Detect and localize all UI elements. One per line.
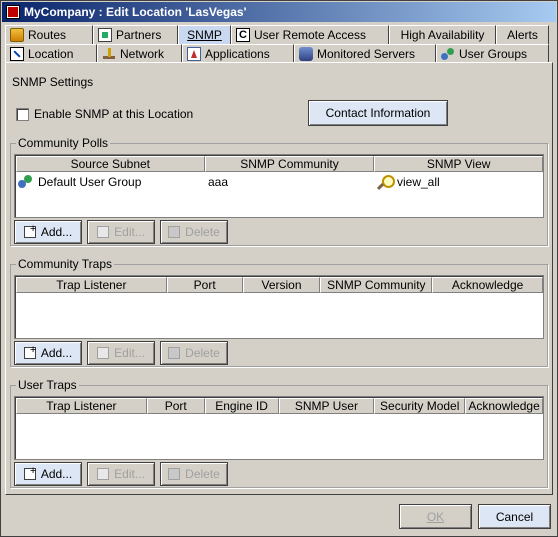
community-traps-delete-button[interactable]: Delete — [160, 341, 228, 365]
column-port[interactable]: Port — [166, 277, 243, 293]
network-icon — [102, 47, 116, 61]
column-source-subnet[interactable]: Source Subnet — [16, 156, 205, 172]
community-polls-header: Source Subnet SNMP Community SNMP View — [16, 156, 543, 172]
community-polls-title: Community Polls — [16, 136, 111, 150]
column-snmp-community[interactable]: SNMP Community — [320, 277, 433, 293]
tab-applications[interactable]: Applications — [182, 44, 294, 63]
user-group-icon — [18, 175, 34, 189]
delete-icon — [168, 226, 181, 238]
snmp-settings-heading: SNMP Settings — [12, 75, 94, 89]
community-polls-delete-button[interactable]: Delete — [160, 220, 228, 244]
snmp-community-value: aaa — [208, 175, 229, 189]
app-icon — [6, 5, 20, 19]
community-polls-add-button[interactable]: Add... — [14, 220, 82, 244]
cancel-button[interactable]: Cancel — [478, 504, 551, 529]
column-trap-listener[interactable]: Trap Listener — [16, 398, 147, 414]
community-traps-table[interactable]: Trap Listener Port Version SNMP Communit… — [14, 275, 544, 339]
tab-monitored-servers[interactable]: Monitored Servers — [294, 44, 436, 63]
tab-alerts[interactable]: Alerts — [496, 25, 549, 44]
column-security-model[interactable]: Security Model — [374, 398, 466, 414]
snmp-view-value: view_all — [397, 175, 440, 189]
applications-icon — [187, 47, 201, 61]
column-engine-id[interactable]: Engine ID — [204, 398, 279, 414]
routes-icon — [10, 28, 24, 42]
column-port[interactable]: Port — [146, 398, 205, 414]
table-row[interactable]: Default User Group aaa view_all — [16, 173, 543, 191]
tab-location[interactable]: Location — [5, 44, 97, 63]
source-subnet-value: Default User Group — [38, 175, 142, 189]
tab-high-availability[interactable]: High Availability — [389, 25, 496, 44]
tab-routes[interactable]: Routes — [5, 25, 93, 44]
edit-location-window: MyCompany : Edit Location 'LasVegas' Rou… — [0, 0, 558, 537]
edit-icon — [97, 468, 110, 480]
tab-user-groups[interactable]: User Groups — [436, 44, 549, 63]
add-icon — [23, 344, 36, 359]
location-icon — [10, 47, 24, 61]
user-traps-edit-button[interactable]: Edit... — [87, 462, 155, 486]
tab-snmp[interactable]: SNMP — [178, 25, 231, 44]
user-traps-add-button[interactable]: Add... — [14, 462, 82, 486]
column-version[interactable]: Version — [242, 277, 321, 293]
user-traps-title: User Traps — [16, 378, 79, 392]
column-acknowledge[interactable]: Acknowledge — [465, 398, 543, 414]
community-traps-edit-button[interactable]: Edit... — [87, 341, 155, 365]
column-snmp-community[interactable]: SNMP Community — [204, 156, 375, 172]
contact-information-button[interactable]: Contact Information — [308, 100, 448, 126]
edit-icon — [97, 347, 110, 359]
community-traps-title: Community Traps — [16, 257, 115, 271]
tab-network[interactable]: Network — [97, 44, 182, 63]
column-snmp-user[interactable]: SNMP User — [278, 398, 375, 414]
partners-icon — [98, 28, 112, 42]
user-traps-table[interactable]: Trap Listener Port Engine ID SNMP User S… — [14, 396, 544, 460]
column-snmp-view[interactable]: SNMP View — [374, 156, 543, 172]
edit-icon — [97, 226, 110, 238]
monitored-servers-icon — [299, 47, 313, 61]
title-bar[interactable]: MyCompany : Edit Location 'LasVegas' — [2, 2, 556, 22]
enable-snmp-checkbox[interactable] — [16, 108, 29, 121]
community-traps-add-button[interactable]: Add... — [14, 341, 82, 365]
add-icon — [23, 465, 36, 480]
tab-partners[interactable]: Partners — [93, 25, 178, 44]
community-polls-table[interactable]: Source Subnet SNMP Community SNMP View D… — [14, 154, 544, 218]
snmp-view-icon — [377, 175, 395, 189]
add-icon — [23, 223, 36, 238]
ok-button[interactable]: OK — [399, 504, 472, 529]
enable-snmp-label: Enable SNMP at this Location — [34, 107, 194, 121]
column-trap-listener[interactable]: Trap Listener — [16, 277, 167, 293]
user-traps-header: Trap Listener Port Engine ID SNMP User S… — [16, 398, 543, 414]
column-acknowledge[interactable]: Acknowledge — [432, 277, 543, 293]
user-traps-delete-button[interactable]: Delete — [160, 462, 228, 486]
community-polls-edit-button[interactable]: Edit... — [87, 220, 155, 244]
user-groups-icon — [441, 47, 455, 61]
tab-user-remote-access[interactable]: C User Remote Access — [231, 25, 389, 44]
delete-icon — [168, 468, 181, 480]
delete-icon — [168, 347, 181, 359]
user-remote-access-icon: C — [236, 28, 250, 42]
community-traps-header: Trap Listener Port Version SNMP Communit… — [16, 277, 543, 293]
snmp-tab-panel: SNMP Settings Enable SNMP at this Locati… — [5, 62, 553, 495]
window-title: MyCompany : Edit Location 'LasVegas' — [24, 5, 247, 19]
